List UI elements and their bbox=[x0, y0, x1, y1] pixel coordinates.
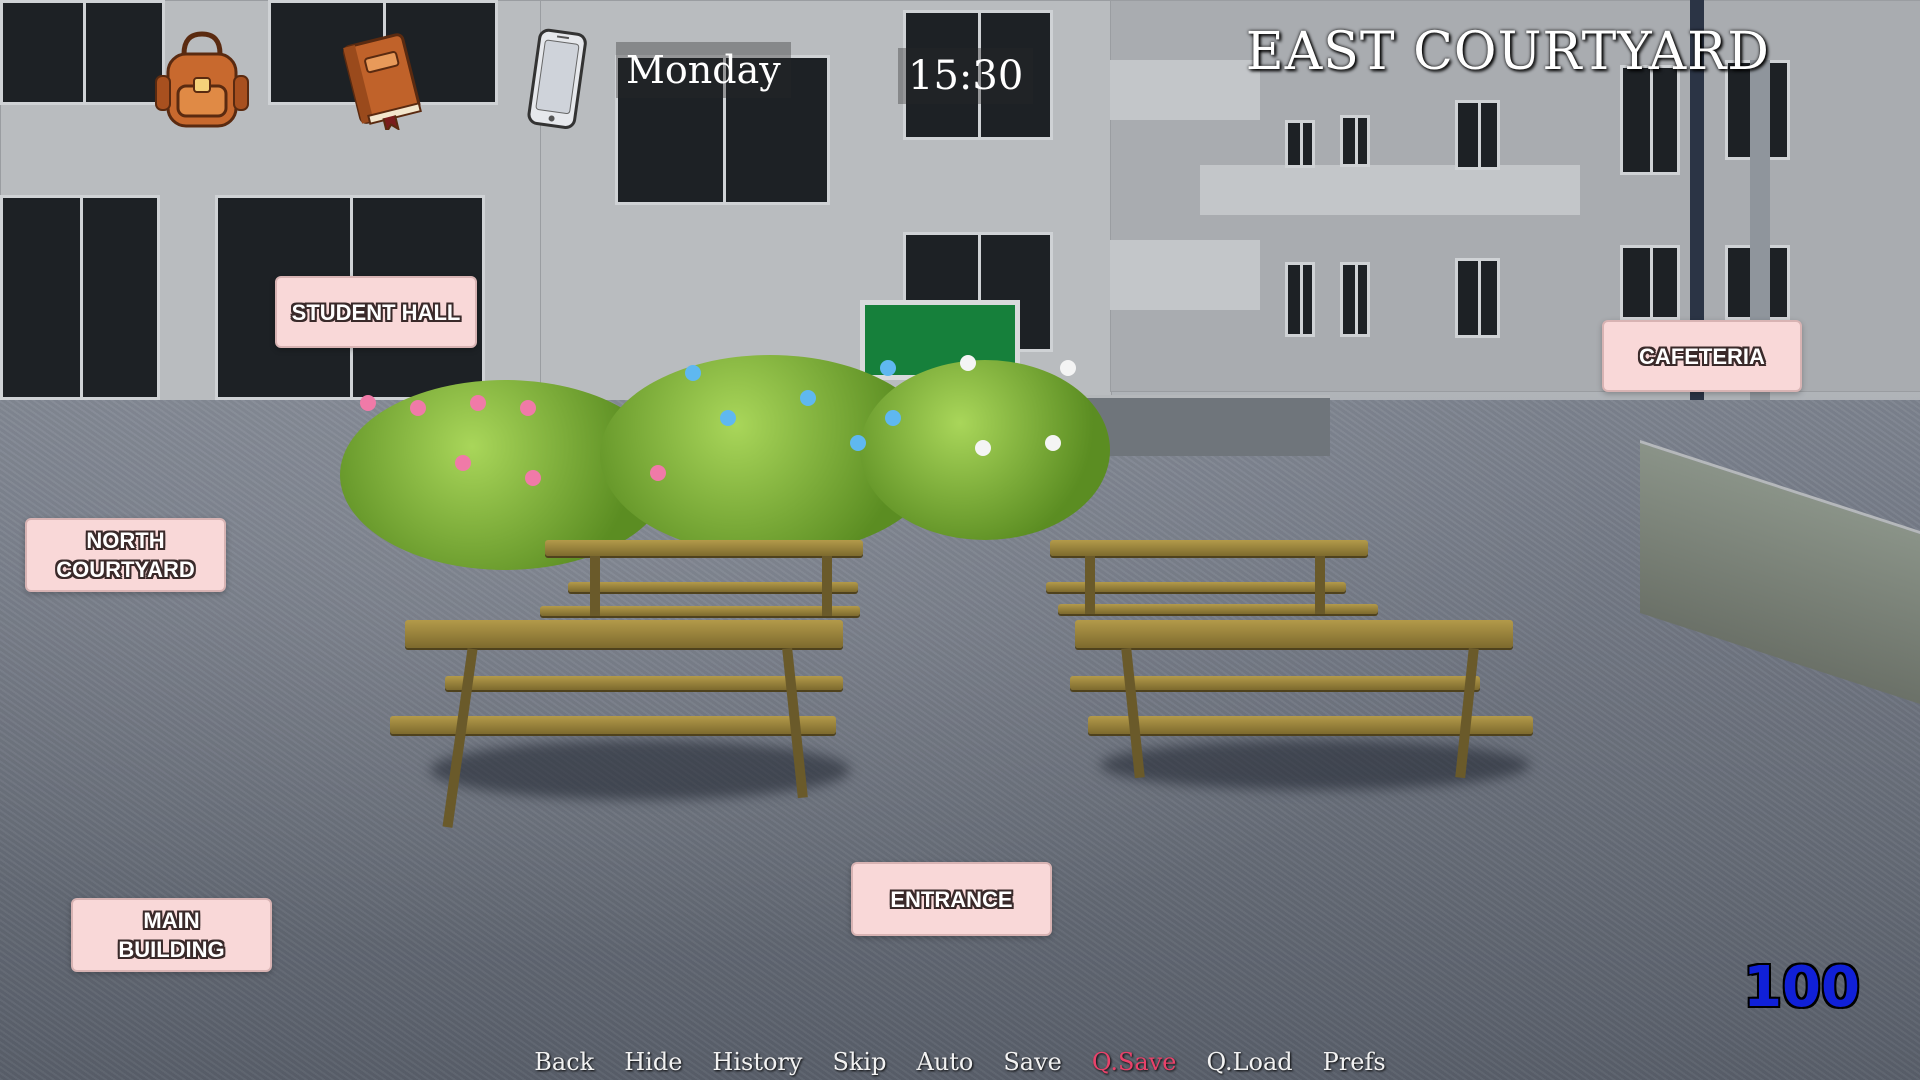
window bbox=[0, 0, 165, 105]
flower bbox=[960, 355, 976, 371]
quick-menu: Back Hide History Skip Auto Save Q.Save … bbox=[0, 1048, 1920, 1076]
flower bbox=[360, 395, 376, 411]
qm-qload-button[interactable]: Q.Load bbox=[1192, 1048, 1308, 1076]
book-icon[interactable] bbox=[334, 30, 426, 135]
window bbox=[1455, 258, 1500, 338]
flower bbox=[800, 390, 816, 406]
flower bbox=[1045, 435, 1061, 451]
nav-cafeteria-button[interactable]: CAFETERIA bbox=[1602, 320, 1802, 392]
flower bbox=[470, 395, 486, 411]
qm-back-button[interactable]: Back bbox=[519, 1048, 609, 1076]
flower bbox=[850, 435, 866, 451]
table-leg bbox=[590, 556, 600, 616]
flower bbox=[525, 470, 541, 486]
bench bbox=[1058, 604, 1378, 614]
balcony bbox=[1110, 240, 1260, 310]
nav-north-courtyard-button[interactable]: NORTH COURTYARD bbox=[25, 518, 226, 592]
table-leg bbox=[1315, 556, 1325, 614]
time-label: 15:30 bbox=[898, 48, 1034, 104]
backpack-icon[interactable] bbox=[150, 28, 254, 132]
table-shadow bbox=[430, 740, 850, 800]
window bbox=[1285, 262, 1315, 337]
table-top bbox=[1050, 540, 1368, 556]
flower bbox=[410, 400, 426, 416]
flower bbox=[975, 440, 991, 456]
flower bbox=[650, 465, 666, 481]
flower bbox=[885, 410, 901, 426]
location-title: EAST COURTYARD bbox=[1245, 22, 1770, 82]
qm-auto-button[interactable]: Auto bbox=[901, 1048, 988, 1076]
nav-entrance-button[interactable]: ENTRANCE bbox=[851, 862, 1052, 936]
window bbox=[1620, 245, 1680, 320]
flower bbox=[720, 410, 736, 426]
nav-student-hall-button[interactable]: STUDENT HALL bbox=[275, 276, 477, 348]
nav-main-building-button[interactable]: MAIN BUILDING bbox=[71, 898, 272, 972]
qm-qsave-button[interactable]: Q.Save bbox=[1077, 1048, 1192, 1076]
qm-skip-button[interactable]: Skip bbox=[817, 1048, 901, 1076]
table-leg bbox=[822, 556, 832, 616]
bench bbox=[568, 582, 858, 592]
bench bbox=[445, 676, 843, 690]
qm-history-button[interactable]: History bbox=[697, 1048, 817, 1076]
flower bbox=[880, 360, 896, 376]
flower bbox=[685, 365, 701, 381]
flower bbox=[455, 455, 471, 471]
door-window bbox=[0, 195, 160, 400]
bench bbox=[540, 606, 860, 616]
energy-counter: 100 bbox=[1743, 955, 1860, 1020]
table-leg bbox=[1085, 556, 1095, 614]
phone-icon[interactable] bbox=[524, 28, 592, 132]
flower bbox=[520, 400, 536, 416]
table-top bbox=[405, 620, 843, 648]
qm-hide-button[interactable]: Hide bbox=[609, 1048, 697, 1076]
day-label: Monday bbox=[616, 42, 791, 98]
qm-save-button[interactable]: Save bbox=[988, 1048, 1077, 1076]
window bbox=[1340, 115, 1370, 167]
balcony bbox=[1110, 60, 1260, 120]
table-top bbox=[1075, 620, 1513, 648]
window bbox=[1340, 262, 1370, 337]
walkway bbox=[1200, 165, 1580, 215]
flower bbox=[1060, 360, 1076, 376]
window bbox=[1285, 120, 1315, 168]
table-top bbox=[545, 540, 863, 556]
qm-prefs-button[interactable]: Prefs bbox=[1308, 1048, 1401, 1076]
window bbox=[1455, 100, 1500, 170]
